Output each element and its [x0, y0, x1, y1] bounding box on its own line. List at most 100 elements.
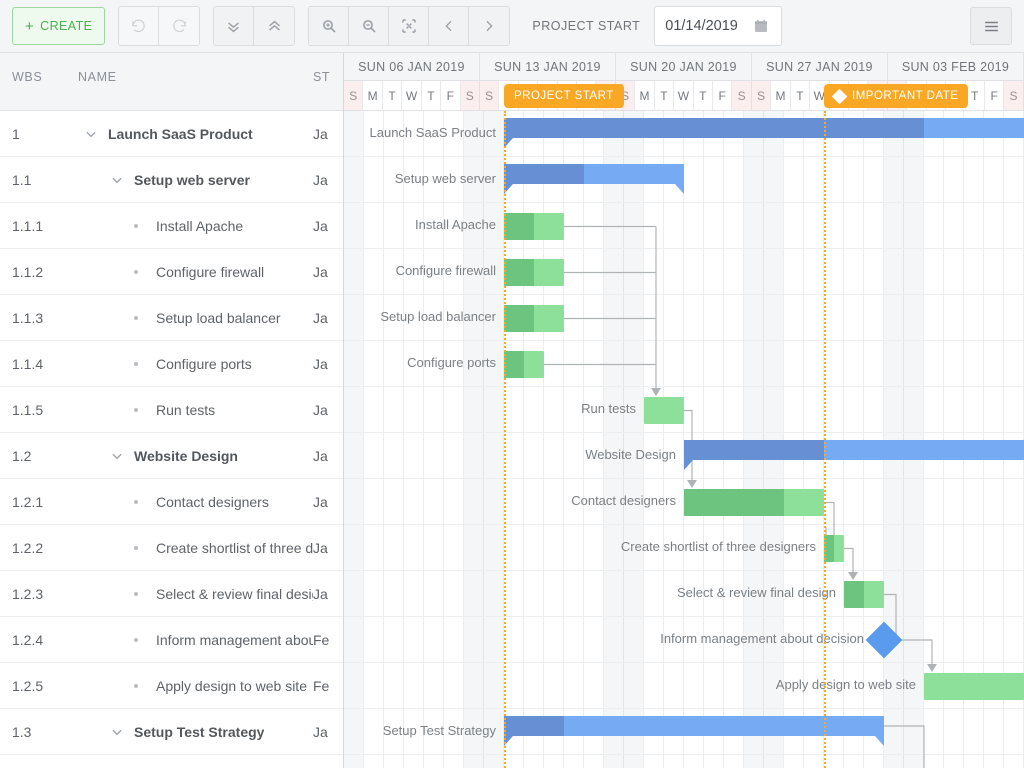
project-start-date-input[interactable]: [665, 18, 748, 34]
task-table-header: WBS NAME ST: [0, 53, 343, 111]
chevron-down-icon[interactable]: [110, 173, 124, 187]
day-header-cell: T: [693, 81, 714, 111]
important-date-marker: [824, 111, 826, 768]
table-row[interactable]: 1.2.2 Create shortlist of three de Ja: [0, 525, 343, 571]
timeline-bar-label: Install Apache: [415, 217, 496, 232]
main-menu-button[interactable]: [970, 7, 1012, 45]
timeline-badge[interactable]: IMPORTANT DATE: [824, 84, 969, 108]
column-header-start[interactable]: ST: [313, 70, 343, 84]
task-bar[interactable]: [504, 213, 564, 240]
table-row[interactable]: 1.2 Website Design Ja: [0, 433, 343, 479]
previous-button[interactable]: [429, 7, 470, 45]
zoom-out-icon: [362, 20, 376, 33]
task-table: WBS NAME ST 1 Launch SaaS Product Ja 1.1 Set…: [0, 53, 344, 768]
cell-wbs: 1.2.3: [12, 585, 44, 602]
task-name-label: Setup Test Strategy: [134, 723, 265, 740]
table-row[interactable]: 1.1.4 Configure ports Ja: [0, 341, 343, 387]
timeline-body: Launch SaaS Product Setup web server Insta…: [344, 111, 1024, 768]
table-row[interactable]: 1.1 Setup web server Ja: [0, 157, 343, 203]
create-button-label: CREATE: [40, 19, 93, 33]
column-header-wbs[interactable]: WBS: [0, 70, 78, 84]
chevron-down-icon[interactable]: [110, 449, 124, 463]
cell-start: Fe: [313, 677, 330, 694]
task-bar-progress: [504, 351, 524, 378]
chevron-down-icon[interactable]: [110, 725, 124, 739]
task-bar[interactable]: [504, 259, 564, 286]
grid-row-line: [344, 202, 1024, 203]
summary-bar-progress: [684, 440, 824, 460]
day-header-cell: S: [751, 81, 772, 111]
timeline-badge-label: PROJECT START: [514, 90, 614, 102]
task-bar-progress: [504, 213, 534, 240]
timeline-bar-label: Configure ports: [407, 355, 496, 370]
calendar-icon[interactable]: [753, 18, 769, 34]
day-header-cell: S: [460, 81, 480, 111]
table-row[interactable]: 1.3 Setup Test Strategy Ja: [0, 709, 343, 755]
expand-all-button[interactable]: [254, 7, 295, 45]
task-bar[interactable]: [924, 673, 1024, 700]
grid-column-line: [383, 111, 384, 768]
task-bar[interactable]: [644, 397, 684, 424]
table-row[interactable]: 1.1.2 Configure firewall Ja: [0, 249, 343, 295]
gantt-app: + CREATE PROJECT START 01/14/2019 WBS NA…: [0, 0, 1024, 768]
weekend-column: [344, 111, 364, 768]
cell-start: Ja: [313, 355, 328, 372]
grid-row-line: [344, 432, 1024, 433]
timeline-bar-label: Run tests: [581, 401, 636, 416]
next-button[interactable]: [469, 7, 510, 45]
column-header-name[interactable]: NAME: [78, 70, 313, 84]
timeline-week-header: SUN 06 JAN 2019 SUN 13 JAN 2019 SUN 20 JAN…: [344, 53, 1024, 81]
cell-start: Ja: [313, 171, 328, 188]
summary-bar-end-tail: [675, 184, 684, 194]
bullet-icon: [134, 499, 138, 504]
timeline-badge-label: IMPORTANT DATE: [852, 90, 959, 102]
cell-wbs: 1.2.2: [12, 539, 44, 556]
task-bar[interactable]: [844, 581, 884, 608]
create-button[interactable]: + CREATE: [12, 7, 106, 45]
diamond-icon: [831, 88, 848, 104]
table-row[interactable]: 1.2.5 Apply design to web site Fe: [0, 663, 343, 709]
table-row[interactable]: 1 Launch SaaS Product Ja: [0, 111, 343, 157]
undo-icon: [132, 19, 146, 32]
day-header-cell: S: [479, 81, 500, 111]
grid-row-line: [344, 662, 1024, 663]
timeline-badge[interactable]: PROJECT START: [504, 84, 624, 108]
table-row[interactable]: 1.1.1 Install Apache Ja: [0, 203, 343, 249]
summary-bar[interactable]: [504, 118, 1024, 148]
day-header-cell: M: [363, 81, 383, 111]
cell-wbs: 1.2.5: [12, 677, 44, 694]
zoom-in-button[interactable]: [309, 7, 350, 45]
zoom-out-button[interactable]: [349, 7, 390, 45]
cell-wbs: 1.1.2: [12, 263, 44, 280]
task-name-label: Launch SaaS Product: [108, 125, 253, 142]
cell-wbs: 1.3: [12, 723, 32, 740]
task-bar[interactable]: [504, 351, 544, 378]
summary-bar[interactable]: [684, 440, 1024, 470]
project-start-date-field[interactable]: [654, 6, 783, 46]
undo-button[interactable]: [119, 7, 160, 45]
task-bar[interactable]: [824, 535, 844, 562]
cell-start: Ja: [313, 125, 328, 142]
fit-to-screen-button[interactable]: [389, 7, 430, 45]
grid-column-line: [483, 111, 484, 768]
history-button-group: [118, 6, 201, 46]
table-row[interactable]: 1.1.5 Run tests Ja: [0, 387, 343, 433]
cell-name: Setup load balancer: [78, 310, 313, 326]
day-header-cell: T: [965, 81, 985, 111]
table-row[interactable]: 1.1.3 Setup load balancer Ja: [0, 295, 343, 341]
timeline-bar-label: Setup Test Strategy: [382, 723, 496, 738]
task-bar[interactable]: [684, 489, 824, 516]
table-row[interactable]: 1.2.4 Inform management about Fe: [0, 617, 343, 663]
task-bar[interactable]: [504, 305, 564, 332]
grid-column-line: [423, 111, 424, 768]
collapse-all-button[interactable]: [214, 7, 255, 45]
chevron-down-icon[interactable]: [84, 127, 98, 141]
table-row[interactable]: 1.2.1 Contact designers Ja: [0, 479, 343, 525]
redo-button[interactable]: [159, 7, 200, 45]
cell-name: Setup web server: [78, 172, 313, 188]
cell-wbs: 1.1.5: [12, 401, 44, 418]
week-header-cell: SUN 03 FEB 2019: [888, 53, 1024, 81]
table-row[interactable]: 1.2.3 Select & review final desig Ja: [0, 571, 343, 617]
summary-bar[interactable]: [504, 716, 884, 746]
summary-bar[interactable]: [504, 164, 684, 194]
